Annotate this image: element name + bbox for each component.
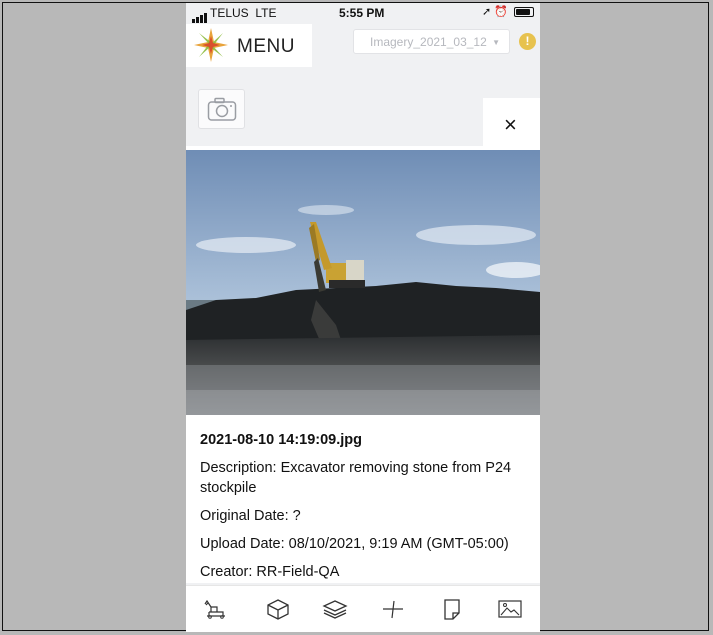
- battery-icon: [514, 7, 534, 18]
- imagery-dropdown-value: Imagery_2021_03_12: [370, 35, 487, 49]
- clock: 5:55 PM: [339, 6, 385, 20]
- alert-icon[interactable]: !: [519, 33, 536, 50]
- note-icon[interactable]: [439, 598, 465, 620]
- location-icon: ➚: [481, 6, 492, 18]
- camera-button[interactable]: [198, 89, 245, 129]
- logo-icon: [194, 28, 228, 62]
- alarm-icon: ⏰: [494, 6, 508, 18]
- menu-button[interactable]: MENU: [186, 24, 312, 67]
- status-bar: TELUS LTE 5:55 PM ➚ ⏰: [186, 3, 540, 23]
- layers-icon[interactable]: [322, 598, 348, 620]
- photo-original-date: Original Date: ?: [200, 508, 301, 524]
- camera-icon: [207, 97, 237, 121]
- menu-label: MENU: [237, 36, 295, 57]
- carrier-label: TELUS LTE: [210, 6, 277, 20]
- image-icon[interactable]: [497, 598, 523, 620]
- photo-description: Description: Excavator removing stone fr…: [200, 460, 512, 496]
- excavator-icon[interactable]: [203, 598, 229, 620]
- excavator-photo[interactable]: [186, 150, 540, 415]
- caret-down-icon: ▼: [492, 38, 501, 48]
- photo-filename: 2021-08-10 14:19:09.jpg: [200, 432, 363, 448]
- measure-icon[interactable]: [380, 598, 406, 620]
- imagery-dropdown[interactable]: Imagery_2021_03_12 ▼: [353, 29, 510, 54]
- photo-creator: Creator: RR-Field-QA: [200, 564, 340, 580]
- signal-icon: [192, 9, 208, 23]
- photo-upload-date: Upload Date: 08/10/2021, 9:19 AM (GMT-05…: [200, 536, 509, 552]
- cube-icon[interactable]: [265, 598, 291, 620]
- photo-details: 2021-08-10 14:19:09.jpg Description: Exc…: [186, 415, 540, 583]
- close-icon: ×: [504, 112, 517, 137]
- close-button[interactable]: ×: [483, 98, 540, 149]
- bottom-toolbar: [186, 585, 540, 632]
- status-icons: ➚ ⏰: [482, 5, 534, 18]
- network-label: LTE: [255, 6, 277, 20]
- phone-screen: TELUS LTE 5:55 PM ➚ ⏰ MENU Imagery_2021_…: [186, 3, 540, 632]
